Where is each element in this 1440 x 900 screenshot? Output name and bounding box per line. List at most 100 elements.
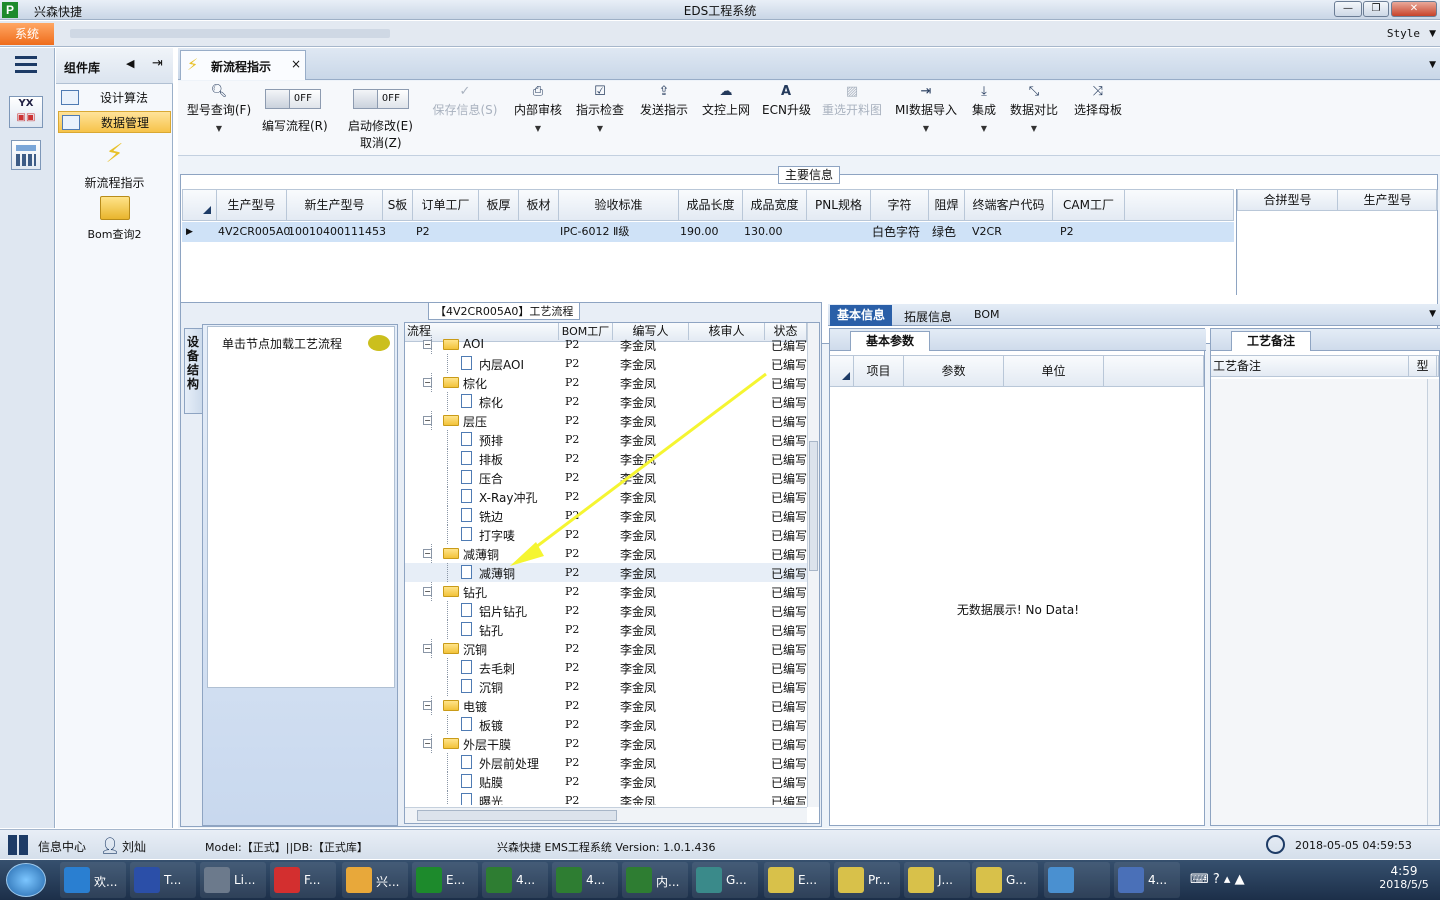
tree-row[interactable]: − 棕化 P2 李金凤 已编写 — [405, 373, 807, 392]
col-pnl-spec[interactable]: PNL规格 — [807, 190, 871, 220]
start-button[interactable] — [6, 863, 46, 897]
tree-row[interactable]: 曝光 P2 李金凤 已编写 — [405, 791, 807, 805]
col-finished-length[interactable]: 成品长度 — [679, 190, 743, 220]
tree-row[interactable]: 去毛刺 P2 李金凤 已编写 — [405, 658, 807, 677]
horizontal-scroll-thumb[interactable] — [417, 810, 617, 821]
collapse-node-icon[interactable]: − — [423, 701, 432, 710]
tab-basic-params[interactable]: 基本参数 — [850, 331, 930, 351]
style-menu[interactable]: Style — [1387, 27, 1420, 40]
taskbar-item[interactable]: 4... — [482, 862, 548, 898]
col-combined-model[interactable]: 合拼型号 — [1238, 190, 1338, 210]
taskbar-item[interactable]: F... — [270, 862, 336, 898]
tree-row[interactable]: 内层AOI P2 李金凤 已编写 — [405, 354, 807, 373]
col-param[interactable]: 参数 — [904, 356, 1004, 386]
tab-process-notes[interactable]: 工艺备注 — [1231, 331, 1311, 351]
yx-factory-icon[interactable]: YX ▣▣ — [9, 96, 43, 128]
tree-row[interactable]: − AOI P2 李金凤 已编写 — [405, 335, 807, 354]
main-info-row[interactable]: ▶ 4V2CR005A0 10010400111453 P2 IPC-6012 … — [182, 222, 1234, 242]
col-order-factory[interactable]: 订单工厂 — [413, 190, 479, 220]
tree-row[interactable]: 减薄铜 P2 李金凤 已编写 — [405, 563, 807, 582]
calculator-icon[interactable] — [11, 140, 41, 170]
vertical-scrollbar[interactable] — [807, 323, 819, 807]
col-process-notes[interactable]: 工艺备注 — [1211, 356, 1409, 376]
reselect-material-button[interactable]: ▨ 重选开料图 — [820, 81, 884, 153]
collapse-left-icon[interactable]: ◀ — [126, 57, 134, 70]
taskbar-item[interactable]: 内... — [622, 862, 688, 898]
taskbar-item[interactable] — [1044, 862, 1110, 898]
tree-row[interactable]: − 沉铜 P2 李金凤 已编写 — [405, 639, 807, 658]
pin-icon[interactable]: ⇥ — [152, 56, 163, 71]
col-solder-mask[interactable]: 阻焊 — [929, 190, 965, 220]
tree-row[interactable]: 贴膜 P2 李金凤 已编写 — [405, 772, 807, 791]
tree-row[interactable]: − 外层干膜 P2 李金凤 已编写 — [405, 734, 807, 753]
col-thickness[interactable]: 板厚 — [479, 190, 519, 220]
tree-row[interactable]: 沉铜 P2 李金凤 已编写 — [405, 677, 807, 696]
collapse-node-icon[interactable]: − — [423, 378, 432, 387]
tree-row[interactable]: 外层前处理 P2 李金凤 已编写 — [405, 753, 807, 772]
notes-scrollbar[interactable] — [1427, 379, 1439, 825]
collapse-node-icon[interactable]: − — [423, 549, 432, 558]
check-instruction-button[interactable]: ☑ 指示检查 ▼ — [574, 81, 626, 153]
taskbar-item[interactable]: Pr... — [834, 862, 900, 898]
select-all-corner[interactable] — [183, 190, 217, 220]
tab-new-flow-instruction[interactable]: ⚡ 新流程指示 × — [180, 50, 306, 80]
taskbar-item[interactable]: G... — [692, 862, 758, 898]
tree-row[interactable]: − 减薄铜 P2 李金凤 已编写 — [405, 544, 807, 563]
col-cam-factory[interactable]: CAM工厂 — [1053, 190, 1125, 220]
chevron-down-icon[interactable]: ▼ — [1429, 29, 1436, 39]
tree-row[interactable]: − 电镀 P2 李金凤 已编写 — [405, 696, 807, 715]
tree-row[interactable]: 板镀 P2 李金凤 已编写 — [405, 715, 807, 734]
tree-row[interactable]: 铝片钻孔 P2 李金凤 已编写 — [405, 601, 807, 620]
col-item[interactable]: 项目 — [854, 356, 904, 386]
taskbar-item[interactable]: J... — [904, 862, 970, 898]
nav-data-management[interactable]: 数据管理 — [58, 111, 171, 133]
upload-doc-button[interactable]: ☁ 文控上网 — [700, 81, 752, 153]
model-query-button[interactable]: 🔍︎ 型号查询(F) ▼ — [184, 81, 254, 153]
col-unit[interactable]: 单位 — [1004, 356, 1104, 386]
col-character[interactable]: 字符 — [871, 190, 929, 220]
tab-basic-info[interactable]: 基本信息 — [830, 305, 892, 326]
tab-bom[interactable]: BOM — [974, 308, 1000, 321]
tree-row[interactable]: 压合 P2 李金凤 已编写 — [405, 468, 807, 487]
tab-list-chevron-down-icon[interactable]: ▼ — [1429, 60, 1436, 70]
nav-design-algorithm[interactable]: 设计算法 — [58, 87, 171, 109]
minimize-button[interactable]: — — [1334, 1, 1362, 17]
taskbar-item[interactable]: 欢... — [60, 862, 126, 898]
collapse-node-icon[interactable]: − — [423, 739, 432, 748]
tree-row[interactable]: 排板 P2 李金凤 已编写 — [405, 449, 807, 468]
col-production-model-2[interactable]: 生产型号 — [1338, 190, 1438, 210]
col-type[interactable]: 型 — [1409, 356, 1437, 376]
tree-row[interactable]: 钻孔 P2 李金凤 已编写 — [405, 620, 807, 639]
chevron-down-icon[interactable]: ▼ — [1429, 309, 1436, 319]
close-window-button[interactable]: ✕ — [1391, 1, 1437, 17]
col-customer-code[interactable]: 终端客户代码 — [965, 190, 1053, 220]
collapse-node-icon[interactable]: − — [423, 416, 432, 425]
info-center-link[interactable]: 信息中心 — [38, 838, 86, 855]
tree-row[interactable]: 铣边 P2 李金凤 已编写 — [405, 506, 807, 525]
tree-row[interactable]: 预排 P2 李金凤 已编写 — [405, 430, 807, 449]
tab-close-icon[interactable]: × — [291, 57, 301, 71]
send-instruction-button[interactable]: ⇪ 发送指示 — [638, 81, 690, 153]
bom-query-item[interactable]: Bom查询2 — [56, 196, 173, 242]
collapse-node-icon[interactable]: − — [423, 587, 432, 596]
vertical-scroll-thumb[interactable] — [809, 441, 818, 571]
taskbar-item[interactable]: G... — [972, 862, 1038, 898]
taskbar-item[interactable]: E... — [764, 862, 830, 898]
col-production-model[interactable]: 生产型号 — [217, 190, 287, 220]
taskbar-item[interactable]: 4... — [552, 862, 618, 898]
new-flow-instruction-item[interactable]: ⚡ 新流程指示 — [56, 138, 173, 191]
integrate-button[interactable]: ⤓ 集成 ▼ — [968, 81, 1000, 153]
menu-system[interactable]: 系统 — [0, 23, 54, 45]
hamburger-menu-icon[interactable] — [15, 56, 37, 59]
col-new-production-model[interactable]: 新生产型号 — [287, 190, 383, 220]
tree-row[interactable]: X-Ray冲孔 P2 李金凤 已编写 — [405, 487, 807, 506]
ecn-upgrade-button[interactable]: A ECN升级 — [762, 81, 811, 153]
tree-row[interactable]: − 层压 P2 李金凤 已编写 — [405, 411, 807, 430]
enable-edit-toggle[interactable]: OFF — [353, 89, 409, 109]
collapse-node-icon[interactable]: − — [423, 644, 432, 653]
tree-row[interactable]: 棕化 P2 李金凤 已编写 — [405, 392, 807, 411]
data-compare-button[interactable]: ⤡ 数据对比 ▼ — [1008, 81, 1060, 153]
col-s-board[interactable]: S板 — [383, 190, 413, 220]
tree-row[interactable]: − 钻孔 P2 李金凤 已编写 — [405, 582, 807, 601]
save-info-button[interactable]: ✓ 保存信息(S) — [430, 81, 500, 153]
